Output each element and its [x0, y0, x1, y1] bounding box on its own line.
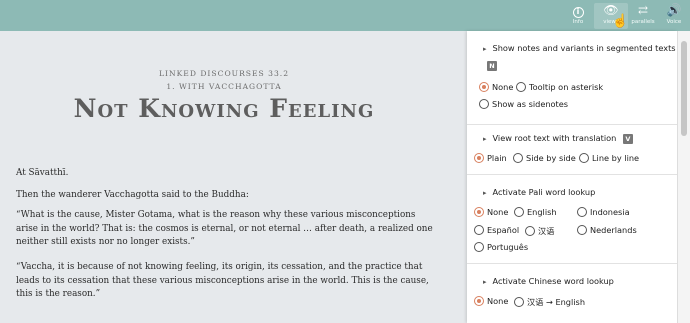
radio-icon [474, 225, 484, 235]
radio-icon [516, 82, 526, 92]
radio-selected-icon [474, 296, 484, 306]
radio-icon [474, 242, 484, 252]
radio-icon [577, 207, 587, 217]
radio-selected-icon [479, 82, 489, 92]
notes-option-tooltip[interactable]: Tooltip on asterisk [516, 82, 603, 92]
parallels-arrows-icon: ⇄ [637, 3, 649, 17]
paragraph: At Sāvatthī. [16, 168, 69, 178]
root-option-line-by-line[interactable]: Line by line [579, 153, 639, 163]
chinese-lookup-section: Activate Chinese word lookup None 汉语 → E… [467, 264, 677, 323]
text-page: LINKED DISCOURSES 33.2 1. WITH VACCHAGOT… [0, 31, 468, 323]
voice-label: Voice [666, 19, 682, 25]
radio-icon [514, 207, 524, 217]
info-label: Info [572, 19, 584, 25]
views-panel: Show notes and variants in segmented tex… [467, 31, 677, 323]
views-label: views [603, 19, 619, 25]
pali-option-chinese[interactable]: 汉语 [525, 225, 554, 237]
chinese-option-none[interactable]: None [474, 296, 508, 306]
notes-section: Show notes and variants in segmented tex… [467, 31, 677, 125]
pali-option-english[interactable]: English [514, 207, 557, 217]
parallels-label: parallels [631, 19, 655, 25]
root-option-side-by-side[interactable]: Side by side [513, 153, 576, 163]
panel-scrollbar[interactable] [677, 31, 690, 323]
parallels-button[interactable]: ⇄ parallels [626, 3, 660, 29]
radio-icon [579, 153, 589, 163]
radio-icon [577, 225, 587, 235]
pali-option-nederlands[interactable]: Nederlands [577, 225, 637, 235]
radio-icon [479, 99, 489, 109]
scrollbar-thumb[interactable] [681, 41, 687, 136]
notes-option-none[interactable]: None [479, 82, 513, 92]
views-button[interactable]: 👁 views [594, 3, 628, 29]
division-title: LINKED DISCOURSES 33.2 [158, 69, 290, 78]
notes-heading[interactable]: Show notes and variants in segmented tex… [483, 43, 676, 53]
paragraph: Then the wanderer Vacchagotta said to th… [16, 190, 249, 200]
root-option-plain[interactable]: Plain [474, 153, 507, 163]
root-text-heading[interactable]: View root text with translation V [483, 133, 633, 144]
radio-icon [514, 297, 524, 307]
top-bar: i Info 👁 views ⇄ parallels 🔊 Voice ☝ [0, 0, 690, 31]
info-button[interactable]: i Info [561, 3, 595, 29]
pali-lookup-heading[interactable]: Activate Pali word lookup [483, 187, 596, 197]
notes-option-sidenotes[interactable]: Show as sidenotes [479, 99, 568, 109]
notes-key-badge: N [487, 61, 497, 71]
chinese-option-english[interactable]: 汉语 → English [514, 296, 585, 308]
chinese-lookup-heading[interactable]: Activate Chinese word lookup [483, 276, 614, 286]
subdivision-title: 1. WITH VACCHAGOTTA [166, 82, 282, 91]
pali-option-espanol[interactable]: Español [474, 225, 519, 235]
eye-icon: 👁 [603, 3, 619, 17]
info-icon: i [561, 3, 595, 18]
pali-option-none[interactable]: None [474, 207, 508, 217]
voice-button[interactable]: 🔊 Voice [657, 3, 690, 29]
root-text-section: View root text with translation V Plain … [467, 125, 677, 175]
pali-option-portugues[interactable]: Português [474, 242, 528, 252]
page-title: Not Knowing Feeling [73, 94, 375, 123]
speaker-icon: 🔊 [666, 3, 682, 17]
pali-lookup-section: Activate Pali word lookup None English I… [467, 175, 677, 264]
paragraph: “What is the cause, Mister Gotama, what … [16, 210, 433, 247]
radio-selected-icon [474, 153, 484, 163]
pali-option-indonesia[interactable]: Indonesia [577, 207, 630, 217]
radio-icon [513, 153, 523, 163]
radio-selected-icon [474, 207, 484, 217]
radio-icon [525, 226, 535, 236]
root-key-badge: V [622, 134, 633, 144]
paragraph: “Vaccha, it is because of not knowing fe… [16, 262, 429, 299]
